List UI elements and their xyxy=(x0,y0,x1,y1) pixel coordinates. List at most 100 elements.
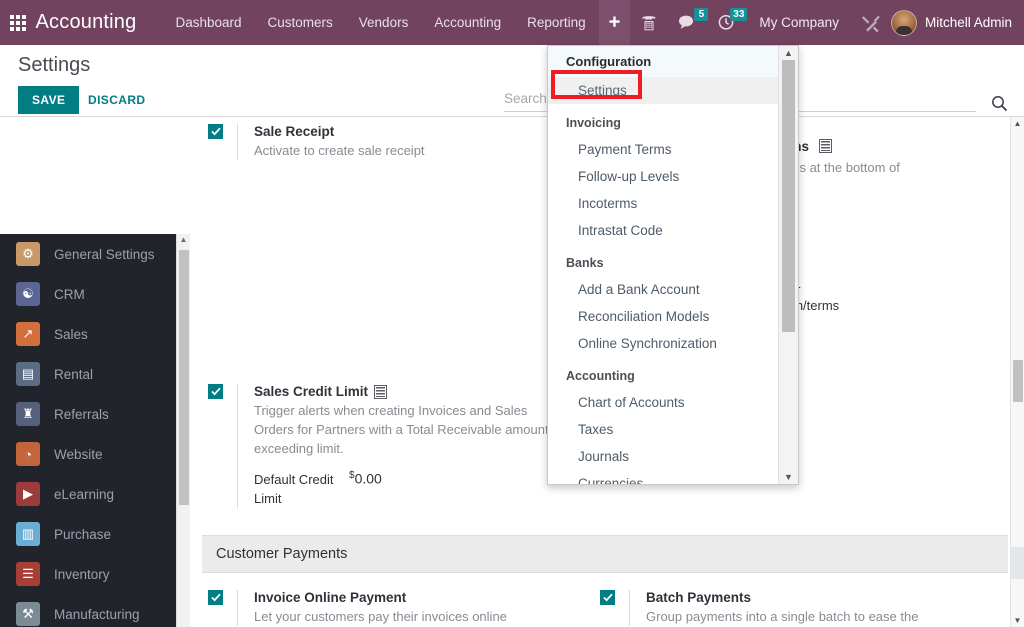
invoice-online-payment-title: Invoice Online Payment xyxy=(254,590,407,605)
handshake-icon: ☯ xyxy=(16,282,40,306)
wrench-screwdriver-icon[interactable] xyxy=(851,0,891,45)
sidebar-item-inventory[interactable]: ☰ Inventory xyxy=(0,554,176,594)
default-credit-limit-amount: 0.00 xyxy=(354,470,382,487)
company-switcher[interactable]: My Company xyxy=(747,15,851,30)
sidebar-item-crm[interactable]: ☯ CRM xyxy=(0,274,176,314)
sidebar-item-sales[interactable]: ↗ Sales xyxy=(0,314,176,354)
dropdown-group-invoicing: Invoicing xyxy=(548,104,778,136)
invoice-online-payment-checkbox[interactable] xyxy=(208,590,223,605)
dropdown-item-payment-terms[interactable]: Payment Terms xyxy=(548,136,778,163)
sidebar-item-website[interactable]: ◔ Website xyxy=(0,434,176,474)
activities-counter[interactable]: 33 xyxy=(708,0,748,45)
sale-receipt-checkbox[interactable] xyxy=(208,124,223,139)
top-navbar: Accounting Dashboard Customers Vendors A… xyxy=(0,0,1024,45)
sidebar-item-manufacturing[interactable]: ⚒ Manufacturing xyxy=(0,594,176,627)
sidebar-scroll-thumb[interactable] xyxy=(179,250,189,505)
default-credit-limit-value[interactable]: $0.00 xyxy=(349,470,382,487)
sidebar-item-label: CRM xyxy=(54,286,85,302)
default-credit-limit-field-row: Default Credit Limit $0.00 xyxy=(254,470,559,508)
graduation-icon: ▶ xyxy=(16,482,40,506)
user-name-label[interactable]: Mitchell Admin xyxy=(917,15,1012,30)
trophy-icon: ♜ xyxy=(16,402,40,426)
dropdown-item-journals[interactable]: Journals xyxy=(548,443,778,470)
navbar-right-cluster: 5 33 My Company Mitchell Admin xyxy=(630,0,1024,45)
dropdown-group-banks: Banks xyxy=(548,244,778,276)
dropdown-item-intrastat-code[interactable]: Intrastat Code xyxy=(548,217,778,244)
sidebar-item-label: Purchase xyxy=(54,526,112,542)
setting-sale-receipt: Sale Receipt Activate to create sale rec… xyxy=(208,124,425,160)
nav-item-accounting[interactable]: Accounting xyxy=(421,0,514,45)
sales-credit-limit-description: Trigger alerts when creating Invoices an… xyxy=(254,403,549,456)
globe-pin-icon: ◔ xyxy=(16,442,40,466)
dropdown-item-taxes[interactable]: Taxes xyxy=(548,416,778,443)
setting-sales-credit-limit: Sales Credit Limit Trigger alerts when c… xyxy=(208,384,559,508)
dropdown-item-currencies[interactable]: Currencies xyxy=(548,470,778,484)
dropdown-item-online-synchronization[interactable]: Online Synchronization xyxy=(548,330,778,357)
sidebar-item-label: Rental xyxy=(54,366,94,382)
sales-credit-limit-title-row: Sales Credit Limit xyxy=(254,384,559,399)
configuration-dropdown-menu: Configuration Settings Invoicing Payment Te… xyxy=(547,45,799,485)
main-scroll-track-highlight xyxy=(1011,547,1024,579)
wrench-icon: ⚒ xyxy=(16,602,40,626)
control-panel: Settings SAVE DISCARD xyxy=(0,45,1024,117)
main-scroll-thumb[interactable] xyxy=(1013,360,1023,402)
dropdown-item-reconciliation-models[interactable]: Reconciliation Models xyxy=(548,303,778,330)
sales-credit-limit-title: Sales Credit Limit xyxy=(254,384,369,399)
gear-icon: ⚙ xyxy=(16,242,40,266)
app-brand-title: Accounting xyxy=(35,11,137,33)
batch-payments-description: Group payments into a single batch to ea… xyxy=(646,609,919,624)
save-button[interactable]: SAVE xyxy=(18,86,80,114)
sidebar-item-label: Referrals xyxy=(54,406,109,422)
dialpad-phone-icon[interactable] xyxy=(630,0,668,45)
dropdown-scroll-up-icon[interactable]: ▲ xyxy=(779,46,798,60)
dropdown-item-add-a-bank-account[interactable]: Add a Bank Account xyxy=(548,276,778,303)
dropdown-scroll-thumb[interactable] xyxy=(782,60,795,332)
document-icon: ▤ xyxy=(16,362,40,386)
default-credit-limit-label: Default Credit Limit xyxy=(254,472,334,506)
magnifier-icon[interactable] xyxy=(991,95,1008,117)
scroll-up-icon[interactable]: ▲ xyxy=(177,234,190,246)
setting-batch-payments: Batch Payments Group payments into a sin… xyxy=(600,590,918,626)
dropdown-group-configuration: Configuration xyxy=(548,46,778,77)
dropdown-item-chart-of-accounts[interactable]: Chart of Accounts xyxy=(548,389,778,416)
customer-payments-section-header: Customer Payments xyxy=(202,535,1008,573)
sale-receipt-description: Activate to create sale receipt xyxy=(254,143,425,158)
nav-item-reporting[interactable]: Reporting xyxy=(514,0,599,45)
dropdown-scrollbar[interactable]: ▲ ▼ xyxy=(778,46,798,484)
dropdown-group-accounting: Accounting xyxy=(548,357,778,389)
setting-invoice-online-payment: Invoice Online Payment Let your customer… xyxy=(208,590,507,626)
sidebar-scrollbar[interactable]: ▲ ▼ xyxy=(176,234,190,627)
settings-sidebar-wrapper: ⚙ General Settings ☯ CRM ↗ Sales ▤ Rental ♜ Refer… xyxy=(0,117,190,627)
box-icon: ☰ xyxy=(16,562,40,586)
activities-badge: 33 xyxy=(730,8,748,21)
dropdown-scroll-down-icon[interactable]: ▼ xyxy=(779,470,798,484)
user-avatar[interactable] xyxy=(890,9,917,36)
right-column-desc-line1: ons at the bottom of xyxy=(785,160,900,175)
company-building-icon xyxy=(374,384,388,399)
dropdown-list: Configuration Settings Invoicing Payment Te… xyxy=(548,46,778,484)
discard-button[interactable]: DISCARD xyxy=(78,86,155,114)
sidebar-item-elearning[interactable]: ▶ eLearning xyxy=(0,474,176,514)
plus-icon[interactable] xyxy=(598,0,631,45)
batch-payments-title: Batch Payments xyxy=(646,590,752,605)
main-scroll-up-icon[interactable]: ▲ xyxy=(1011,117,1024,130)
sidebar-item-rental[interactable]: ▤ Rental xyxy=(0,354,176,394)
nav-item-customers[interactable]: Customers xyxy=(255,0,346,45)
sidebar-item-label: Inventory xyxy=(54,566,110,582)
main-scrollbar[interactable]: ▲ ▼ xyxy=(1010,117,1024,627)
dropdown-item-settings[interactable]: Settings xyxy=(548,77,778,104)
settings-sidebar: ⚙ General Settings ☯ CRM ↗ Sales ▤ Rental ♜ Refer… xyxy=(0,234,176,627)
nav-item-dashboard[interactable]: Dashboard xyxy=(162,0,254,45)
main-scroll-down-icon[interactable]: ▼ xyxy=(1011,614,1024,627)
nav-item-vendors[interactable]: Vendors xyxy=(346,0,422,45)
sales-credit-limit-checkbox[interactable] xyxy=(208,384,223,399)
dropdown-item-follow-up-levels[interactable]: Follow-up Levels xyxy=(548,163,778,190)
odoo-accounting-settings-screen: Accounting Dashboard Customers Vendors A… xyxy=(0,0,1024,627)
batch-payments-checkbox[interactable] xyxy=(600,590,615,605)
sidebar-item-purchase[interactable]: ▥ Purchase xyxy=(0,514,176,554)
dropdown-item-incoterms[interactable]: Incoterms xyxy=(548,190,778,217)
sidebar-item-general-settings[interactable]: ⚙ General Settings xyxy=(0,234,176,274)
apps-grid-icon[interactable] xyxy=(0,0,36,45)
sidebar-item-referrals[interactable]: ♜ Referrals xyxy=(0,394,176,434)
messages-counter[interactable]: 5 xyxy=(668,0,709,45)
